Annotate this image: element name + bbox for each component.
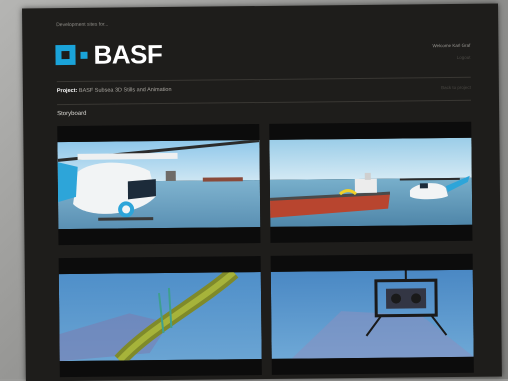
ship-helicopter-image: [269, 137, 473, 227]
project-line: Project: BASF Subsea 3D Stills and Anima…: [57, 87, 172, 94]
page-sheet: Development sites for... BASF Welcome Ka…: [22, 3, 502, 381]
helicopter-closeup-image: [57, 140, 261, 230]
divider: [56, 76, 471, 83]
storyboard-frame-1[interactable]: [57, 124, 261, 246]
storyboard-frame-4[interactable]: [270, 253, 474, 375]
project-name: BASF Subsea 3D Stills and Animation: [78, 86, 172, 94]
logo-square-icon: [55, 44, 76, 66]
underwater-pipe-image: [58, 272, 262, 362]
underwater-rov-image: [270, 269, 474, 359]
dev-label: Development sites for...: [56, 21, 109, 29]
project-label: Project:: [56, 87, 78, 95]
brand-wordmark: BASF: [93, 39, 163, 70]
back-to-project-link[interactable]: Back to project: [441, 85, 471, 90]
divider: [57, 99, 472, 106]
welcome-text: Welcome Karl Graf: [432, 42, 471, 49]
storyboard-frame-3[interactable]: [58, 256, 262, 378]
logo-dot-icon: [80, 51, 88, 59]
brand-logo[interactable]: BASF: [55, 39, 163, 70]
storyboard-frame-2[interactable]: [269, 121, 473, 243]
storyboard-title: Storyboard: [57, 110, 87, 118]
logout-link[interactable]: Logout: [457, 55, 471, 60]
